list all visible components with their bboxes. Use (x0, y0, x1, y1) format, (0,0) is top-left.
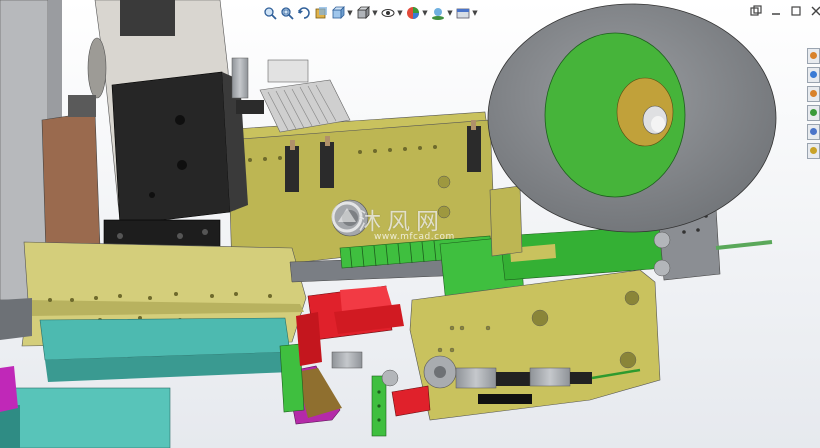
chevron-down-icon[interactable]: ▼ (347, 5, 353, 21)
watermark-title: 沐风网 (358, 209, 445, 235)
resources-tab-icon[interactable] (807, 48, 820, 64)
display-style-icon[interactable] (355, 5, 370, 21)
graphics-area[interactable]: 沐风网 www.mfcad.com (0, 0, 820, 448)
chevron-down-icon[interactable]: ▼ (422, 5, 428, 21)
design-library-tab-icon[interactable] (807, 67, 820, 83)
tab-swatch (810, 147, 817, 154)
previous-view-icon[interactable] (296, 5, 311, 21)
view-settings-icon[interactable] (455, 5, 470, 21)
tab-swatch (810, 109, 817, 116)
tab-swatch (810, 90, 817, 97)
chevron-down-icon[interactable]: ▼ (447, 5, 453, 21)
view-palette-tab-icon[interactable] (807, 105, 820, 121)
zoom-to-area-icon[interactable] (279, 5, 294, 21)
tab-swatch (810, 71, 817, 78)
zoom-to-fit-icon[interactable] (262, 5, 277, 21)
hide-show-items-icon[interactable] (380, 5, 395, 21)
air-fitting (231, 57, 249, 99)
tab-swatch (810, 52, 817, 59)
red-block-3 (296, 312, 322, 366)
apply-scene-icon[interactable] (430, 5, 445, 21)
watermark-url: www.mfcad.com (374, 232, 455, 242)
window-controls (748, 4, 820, 18)
chevron-down-icon[interactable]: ▼ (372, 5, 378, 21)
chevron-down-icon[interactable]: ▼ (472, 5, 478, 21)
pneumatic-cylinder (111, 71, 231, 226)
edit-appearance-icon[interactable] (405, 5, 420, 21)
brown-block (41, 111, 101, 256)
appearances-tab-icon[interactable] (807, 124, 820, 140)
minimize-icon[interactable] (768, 4, 783, 18)
label-roll-disc (487, 3, 777, 233)
watermark: 沐风网 www.mfcad.com (330, 200, 510, 250)
tab-swatch (810, 128, 817, 135)
close-icon[interactable] (808, 4, 820, 18)
task-pane-tabs (807, 48, 820, 159)
chevron-down-icon[interactable]: ▼ (397, 5, 403, 21)
small-box (267, 59, 309, 83)
cyan-block-bottom (0, 387, 171, 448)
restore-icon[interactable] (748, 4, 763, 18)
custom-properties-tab-icon[interactable] (807, 143, 820, 159)
view-orientation-icon[interactable] (330, 5, 345, 21)
file-explorer-tab-icon[interactable] (807, 86, 820, 102)
heads-up-view-toolbar: ▼ ▼ ▼ ▼ ▼ ▼ (262, 3, 478, 23)
section-view-icon[interactable] (313, 5, 328, 21)
linear-guide-rail (0, 298, 32, 340)
maximize-icon[interactable] (788, 4, 803, 18)
